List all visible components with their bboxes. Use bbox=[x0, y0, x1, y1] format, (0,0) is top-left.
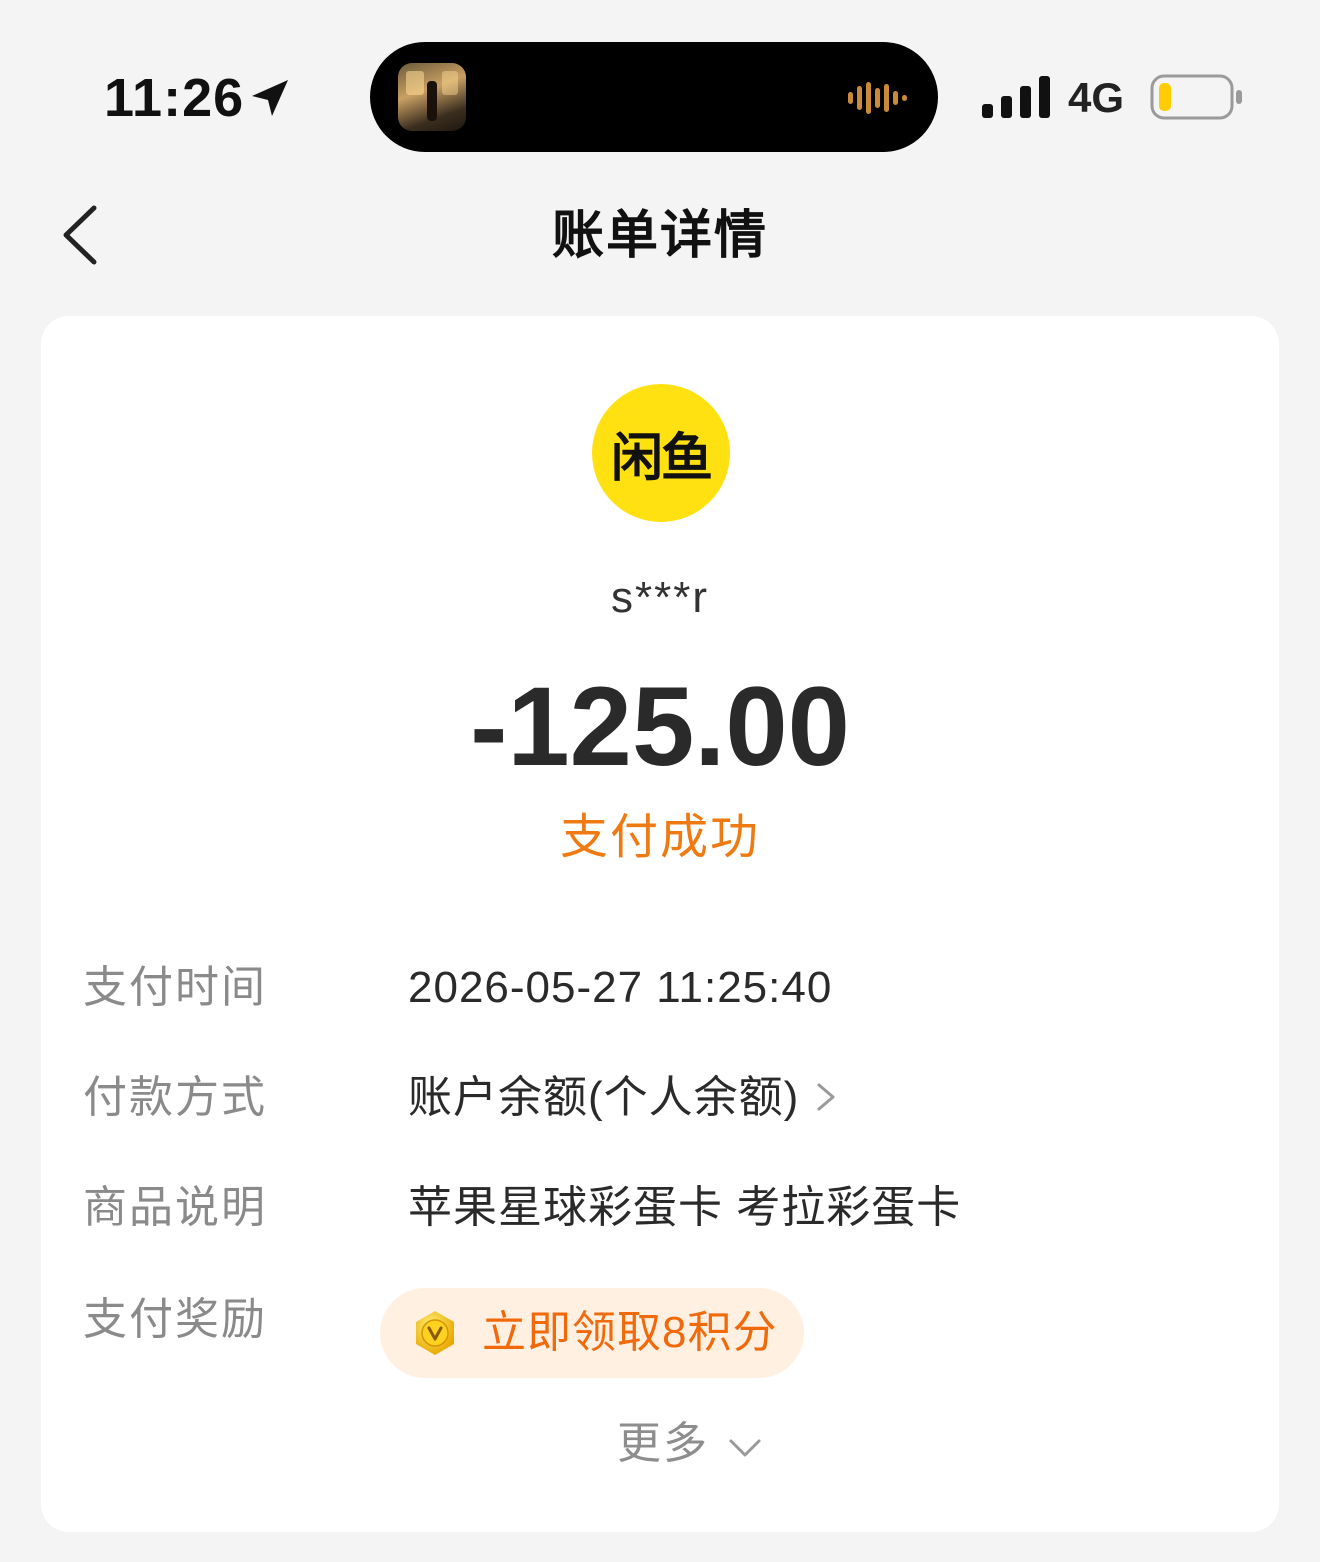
chevron-right-icon bbox=[817, 1083, 835, 1111]
reward-text: 立即领取8积分 bbox=[482, 1308, 778, 1357]
row-label: 支付时间 bbox=[83, 963, 267, 1012]
row-label: 付款方式 bbox=[83, 1073, 267, 1122]
payment-status: 支付成功 bbox=[559, 811, 760, 864]
screen: 11:26 4G 账单详情 闲鱼 s***r -125.00 支付成功 支付时间… bbox=[0, 0, 1320, 1562]
more-label: 更多 bbox=[617, 1419, 709, 1468]
more-button[interactable]: 更多 bbox=[557, 1414, 763, 1474]
chevron-down-icon bbox=[729, 1439, 761, 1457]
payment-method-link[interactable]: 账户余额(个人余额) bbox=[408, 1068, 839, 1128]
bill-card: 闲鱼 s***r -125.00 支付成功 支付时间 2026-05-27 11… bbox=[41, 316, 1279, 1532]
detail-row-payment-method[interactable]: 付款方式 账户余额(个人余额) bbox=[41, 1068, 1279, 1128]
signal-bars-icon bbox=[982, 76, 1050, 118]
more-section: 更多 bbox=[41, 1414, 1279, 1474]
page-title: 账单详情 bbox=[551, 207, 768, 265]
row-value: 账户余额(个人余额) bbox=[408, 1073, 800, 1122]
row-label: 商品说明 bbox=[83, 1183, 267, 1232]
now-playing-artwork[interactable] bbox=[398, 63, 466, 131]
detail-row-payment-time: 支付时间 2026-05-27 11:25:40 bbox=[41, 958, 1279, 1018]
location-arrow-icon bbox=[252, 80, 288, 116]
row-value: 2026-05-27 11:25:40 bbox=[408, 963, 833, 1012]
merchant-name: s***r bbox=[610, 573, 710, 622]
row-value: 苹果星球彩蛋卡 考拉彩蛋卡 bbox=[408, 1183, 962, 1232]
bill-amount: -125.00 bbox=[470, 664, 850, 789]
dynamic-island[interactable] bbox=[370, 42, 938, 152]
merchant-logo: 闲鱼 bbox=[592, 384, 730, 522]
detail-row-product-desc: 商品说明 苹果星球彩蛋卡 考拉彩蛋卡 bbox=[41, 1178, 1279, 1238]
row-label: 支付奖励 bbox=[83, 1295, 267, 1344]
coin-icon bbox=[416, 1311, 454, 1355]
status-time: 11:26 bbox=[104, 68, 245, 128]
audio-wave-icon bbox=[848, 82, 907, 114]
battery-icon bbox=[1150, 74, 1242, 120]
network-type: 4G bbox=[1068, 74, 1125, 121]
claim-points-button[interactable]: 立即领取8积分 bbox=[380, 1288, 804, 1378]
